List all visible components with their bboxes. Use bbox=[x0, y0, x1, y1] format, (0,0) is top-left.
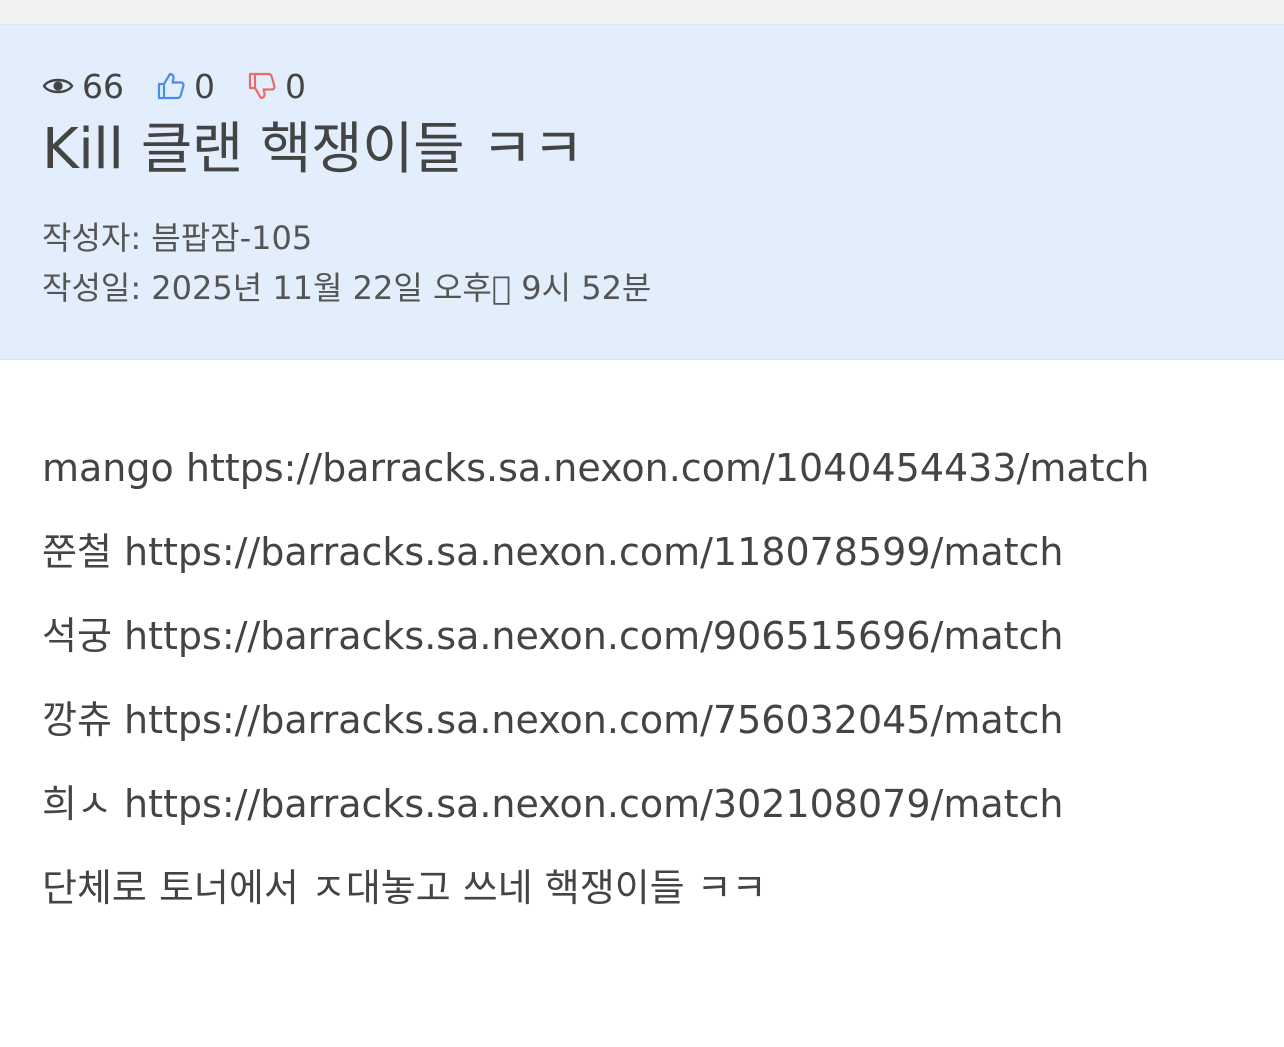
like-count: 0 bbox=[194, 66, 215, 106]
eye-icon bbox=[42, 78, 74, 94]
post-title: Kill 클랜 핵쟁이들 ㅋㅋ bbox=[42, 117, 584, 182]
match-link[interactable]: https://barracks.sa.nexon.com/756032045/… bbox=[124, 698, 1063, 742]
post-body: mango https://barracks.sa.nexon.com/1040… bbox=[0, 360, 1284, 930]
thumbs-down-icon bbox=[248, 72, 276, 100]
player-name: mango bbox=[42, 446, 174, 490]
dislike-button[interactable]: 0 bbox=[247, 67, 306, 106]
views-count: 66 bbox=[82, 66, 124, 106]
player-name: 희ㅅ bbox=[42, 782, 112, 826]
content-line: 희ㅅ https://barracks.sa.nexon.com/3021080… bbox=[42, 762, 1242, 846]
content-line: 석궁 https://barracks.sa.nexon.com/9065156… bbox=[42, 594, 1242, 678]
views-stat: 66 bbox=[42, 67, 124, 106]
top-strip bbox=[0, 0, 1284, 25]
like-button[interactable]: 0 bbox=[156, 67, 215, 106]
match-link[interactable]: https://barracks.sa.nexon.com/906515696/… bbox=[124, 614, 1063, 658]
date-line: 작성일: 2025년 11월 22일 오후  9시 52분 bbox=[42, 263, 1242, 313]
post-header: 66 0 0 Kill 클랜 핵쟁이들 ㅋㅋ 작성자: 븜팝잠-105 작성일:… bbox=[0, 25, 1284, 360]
content-line: mango https://barracks.sa.nexon.com/1040… bbox=[42, 426, 1242, 510]
post-stats: 66 0 0 bbox=[42, 65, 1242, 107]
player-name: 쭌철 bbox=[42, 530, 112, 574]
post-date: 2025년 11월 22일 오후  9시 52분 bbox=[151, 269, 652, 307]
date-label: 작성일: bbox=[42, 269, 142, 307]
match-link[interactable]: https://barracks.sa.nexon.com/302108079/… bbox=[124, 782, 1063, 826]
content-line: 깡츄 https://barracks.sa.nexon.com/7560320… bbox=[42, 678, 1242, 762]
post-meta: 작성자: 븜팝잠-105 작성일: 2025년 11월 22일 오후  9시 5… bbox=[42, 213, 1242, 313]
player-name: 석궁 bbox=[42, 614, 112, 658]
author-label: 작성자: bbox=[42, 219, 142, 257]
thumbs-up-icon bbox=[157, 72, 185, 100]
match-link[interactable]: https://barracks.sa.nexon.com/118078599/… bbox=[124, 530, 1063, 574]
author-line: 작성자: 븜팝잠-105 bbox=[42, 213, 1242, 263]
content-line: 쭌철 https://barracks.sa.nexon.com/1180785… bbox=[42, 510, 1242, 594]
player-name: 깡츄 bbox=[42, 698, 112, 742]
closing-line: 단체로 토너에서 ㅈ대놓고 쓰네 핵쟁이들 ㅋㅋ bbox=[42, 866, 767, 910]
author-name: 븜팝잠-105 bbox=[151, 219, 313, 257]
match-link[interactable]: https://barracks.sa.nexon.com/1040454433… bbox=[186, 446, 1150, 490]
dislike-count: 0 bbox=[285, 66, 306, 106]
